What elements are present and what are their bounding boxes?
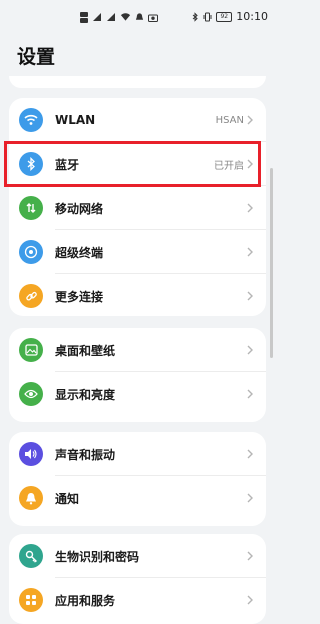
chevron-right-icon <box>247 203 253 213</box>
settings-item-label: 超级终端 <box>55 245 104 260</box>
chevron-right-icon <box>247 247 253 257</box>
status-time: 10:10 <box>236 10 268 23</box>
speaker-icon <box>19 442 43 466</box>
settings-item-apps-services[interactable]: 应用和服务 <box>9 578 266 622</box>
settings-group-security: 生物识别和密码 应用和服务 <box>9 534 266 624</box>
status-right-icons: 92 10:10 <box>192 11 268 23</box>
settings-item-value: HSAN <box>215 114 244 126</box>
super-device-icon <box>19 240 43 264</box>
wifi-icon <box>19 108 43 132</box>
settings-item-display-brightness[interactable]: 显示和亮度 <box>9 372 266 416</box>
settings-item-label: 声音和振动 <box>55 447 116 462</box>
chevron-right-icon <box>247 345 253 355</box>
chevron-right-icon <box>247 389 253 399</box>
chevron-right-icon <box>247 595 253 605</box>
settings-item-sound-vibration[interactable]: 声音和振动 <box>9 432 266 476</box>
sim-icon <box>80 11 88 23</box>
settings-item-label: 更多连接 <box>55 289 104 304</box>
status-left-icons <box>80 11 158 23</box>
chevron-right-icon <box>247 159 253 169</box>
notification-bell-icon <box>135 13 144 20</box>
settings-item-label: 通知 <box>55 491 80 506</box>
chevron-right-icon <box>247 551 253 561</box>
settings-item-desktop-wallpaper[interactable]: 桌面和壁纸 <box>9 328 266 372</box>
page-title: 设置 <box>17 46 56 68</box>
chevron-right-icon <box>247 449 253 459</box>
settings-item-mobile-network[interactable]: 移动网络 <box>9 186 266 230</box>
chevron-right-icon <box>247 115 253 125</box>
bell-icon <box>19 486 43 510</box>
chevron-right-icon <box>247 493 253 503</box>
signal-icon <box>107 13 115 21</box>
wifi-status-icon <box>120 13 131 21</box>
camera-icon <box>148 14 158 22</box>
settings-item-value: 已开启 <box>214 160 244 172</box>
settings-item-label: WLAN <box>55 113 96 127</box>
settings-item-label: 桌面和壁纸 <box>55 343 116 358</box>
mobile-data-icon <box>19 196 43 220</box>
wallpaper-icon <box>19 338 43 362</box>
scrollbar[interactable] <box>270 168 273 358</box>
settings-item-label: 蓝牙 <box>55 157 80 172</box>
vibrate-icon <box>203 12 212 22</box>
settings-card-partial <box>9 76 266 88</box>
settings-item-more-connections[interactable]: 更多连接 <box>9 274 266 316</box>
settings-group-display: 桌面和壁纸 显示和亮度 <box>9 328 266 422</box>
settings-item-notifications[interactable]: 通知 <box>9 476 266 520</box>
settings-item-label: 移动网络 <box>55 201 104 216</box>
eye-icon <box>19 382 43 406</box>
settings-item-biometrics-password[interactable]: 生物识别和密码 <box>9 534 266 578</box>
settings-item-label: 应用和服务 <box>55 593 116 608</box>
settings-item-label: 显示和亮度 <box>55 387 116 402</box>
bluetooth-status-icon <box>192 12 199 22</box>
settings-item-super-device[interactable]: 超级终端 <box>9 230 266 274</box>
settings-group-connections: WLAN HSAN 蓝牙 已开启 移动网络 超级终端 更多连接 <box>9 98 266 316</box>
settings-group-sound: 声音和振动 通知 <box>9 432 266 526</box>
settings-item-label: 生物识别和密码 <box>55 549 140 564</box>
apps-icon <box>19 588 43 612</box>
status-bar: 92 10:10 <box>0 0 276 36</box>
link-icon <box>19 284 43 308</box>
settings-item-wlan[interactable]: WLAN HSAN <box>9 98 266 142</box>
bluetooth-icon <box>19 152 43 176</box>
settings-item-bluetooth[interactable]: 蓝牙 已开启 <box>9 142 266 186</box>
key-icon <box>19 544 43 568</box>
chevron-right-icon <box>247 291 253 301</box>
battery-icon: 92 <box>216 12 233 22</box>
signal-icon <box>93 13 101 21</box>
